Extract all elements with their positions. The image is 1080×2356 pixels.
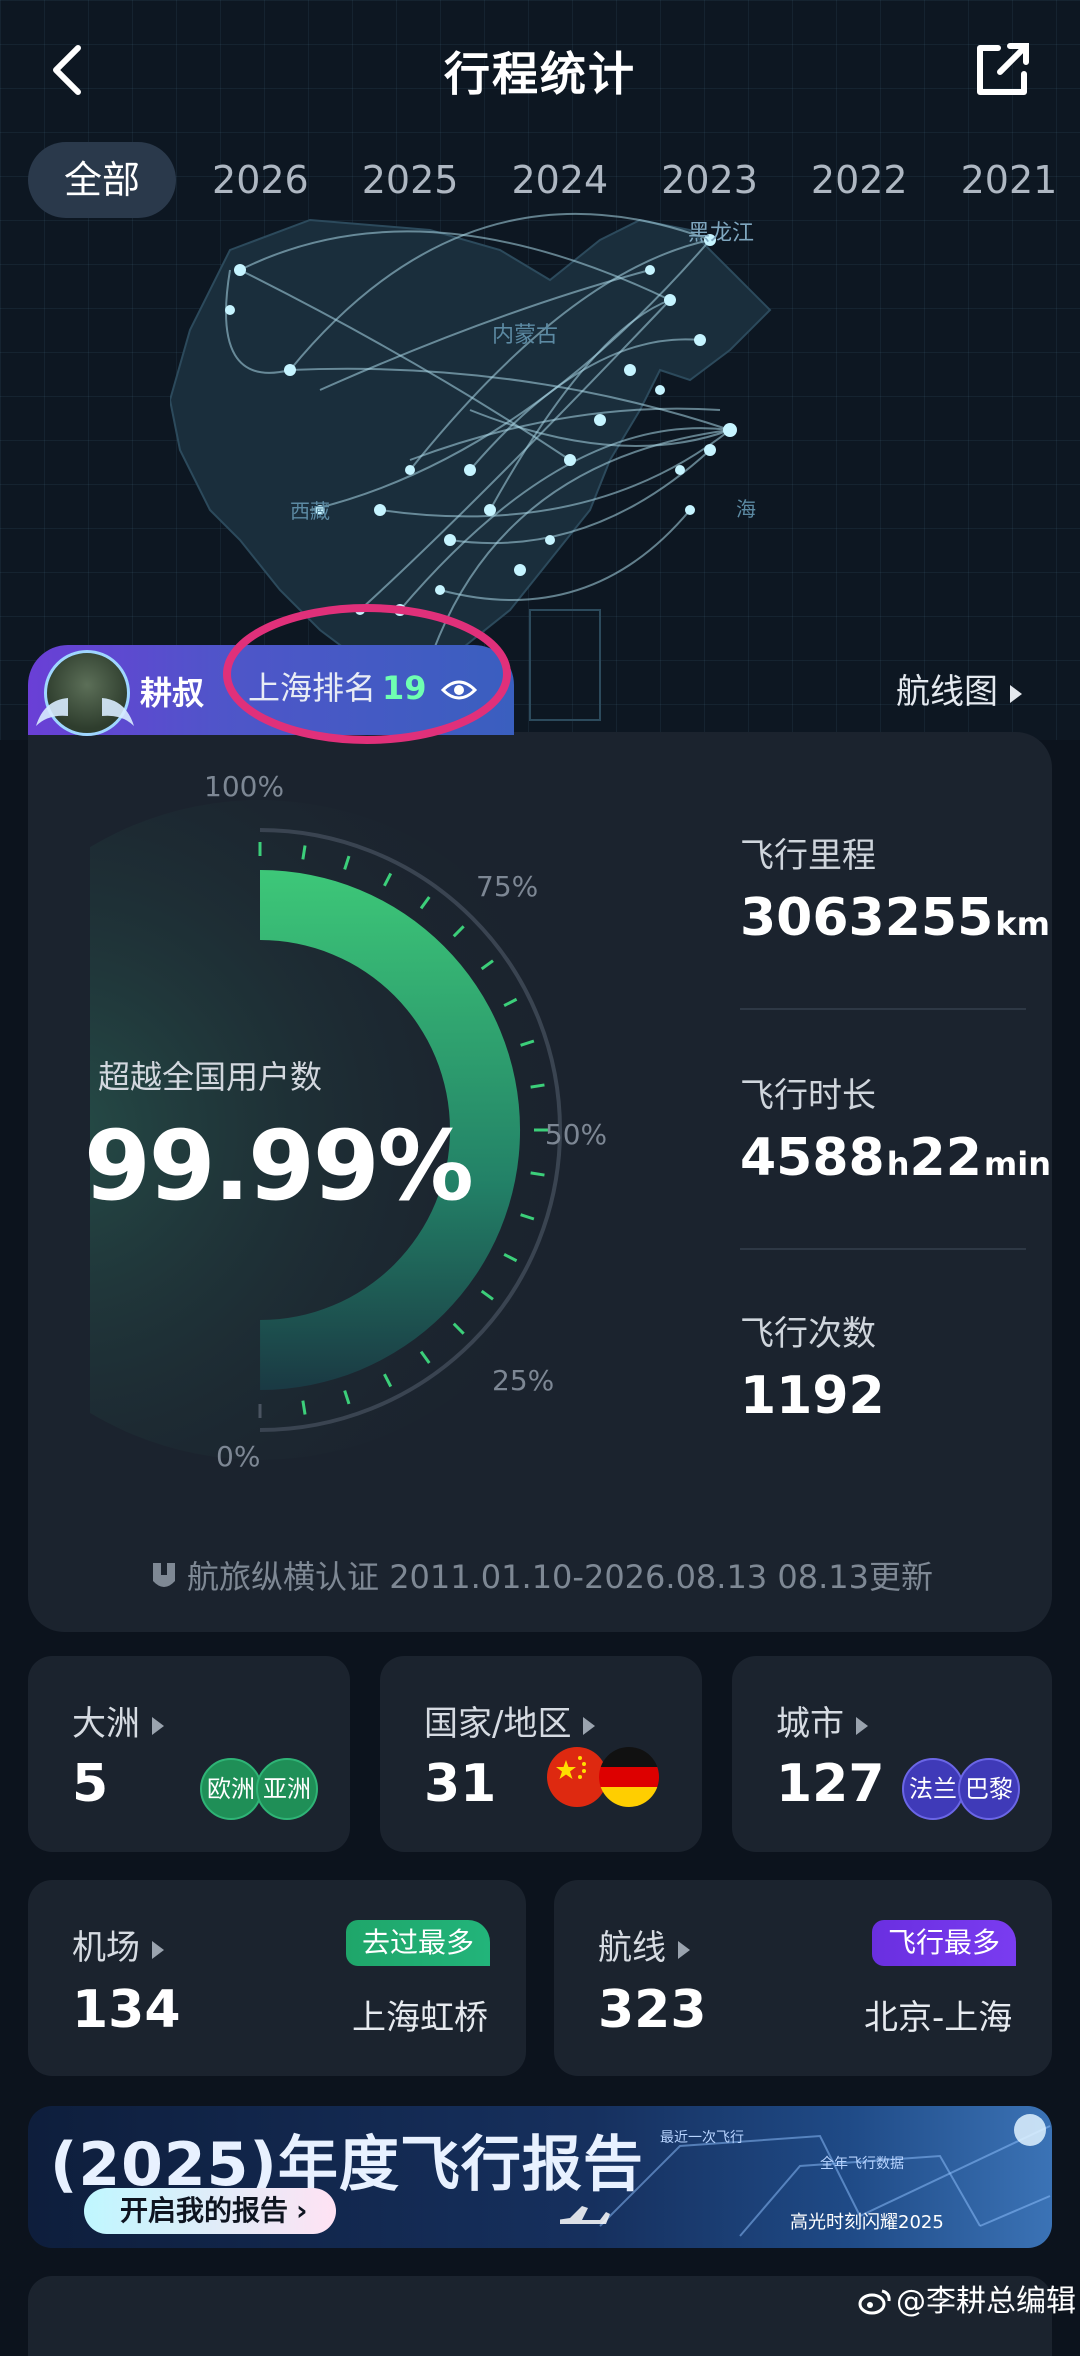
banner-deco-text-3: 高光时刻闪耀2025 (790, 2212, 944, 2233)
play-arrow-icon (583, 1716, 596, 1735)
tab-all[interactable]: 全部 (28, 142, 177, 218)
map-label-neimenggu: 内蒙古 (492, 323, 558, 348)
routes-top: 北京-上海 (864, 1998, 1013, 2038)
wing-right-icon (102, 698, 134, 726)
cities-label-row: 城市 (776, 1696, 868, 1745)
metric-divider (740, 1248, 1026, 1250)
duration-hours: 4588 (740, 1128, 885, 1188)
south-sea-inset (529, 609, 601, 721)
tab-2026[interactable]: 2026 (212, 142, 309, 218)
certification-line: 航旅纵横认证 2011.01.10-2026.08.13 08.13更新 (0, 1552, 1080, 1598)
weibo-watermark: @李耕总编辑 (858, 2276, 1076, 2320)
germany-flag-icon (599, 1747, 659, 1807)
routes-label: 航线 (598, 1928, 666, 1968)
airports-value: 134 (72, 1980, 181, 2040)
map-label-xizang: 西藏 (290, 499, 330, 523)
shield-logo-icon (153, 1563, 176, 1587)
countries-label-row: 国家/地区 (424, 1696, 596, 1745)
gauge-tick-25: 25% (492, 1364, 554, 1397)
cities-label: 城市 (776, 1704, 844, 1744)
airports-label-row: 机场 (72, 1920, 164, 1969)
distance-value: 3063255 (740, 888, 994, 948)
duration-label: 飞行时长 (740, 1076, 876, 1116)
airports-tile[interactable] (28, 1880, 526, 2076)
gauge-tick-50: 50% (545, 1118, 607, 1151)
route-map-link[interactable]: 航线图 (896, 664, 1022, 713)
highlight-annotation (223, 604, 511, 744)
tab-2025[interactable]: 2025 (362, 142, 459, 218)
continents-label-row: 大洲 (72, 1696, 164, 1745)
metric-divider (740, 1008, 1026, 1010)
duration-min-unit: min (983, 1145, 1051, 1183)
tab-2023[interactable]: 2023 (661, 142, 758, 218)
open-report-button[interactable]: 开启我的报告 › (84, 2188, 336, 2234)
page-title: 行程统计 (444, 47, 636, 101)
tab-2022[interactable]: 2022 (811, 142, 908, 218)
gauge-tick-75: 75% (476, 870, 538, 903)
duration-h-unit: h (886, 1145, 910, 1183)
banner-deco-text-1: 最近一次飞行 (660, 2130, 744, 2146)
tab-2021[interactable]: 2021 (961, 142, 1058, 218)
tab-2024[interactable]: 2024 (511, 142, 608, 218)
city-chip-paris: 巴黎 (958, 1758, 1020, 1820)
watermark-text: @李耕总编辑 (896, 2284, 1076, 2319)
distance-label: 飞行里程 (740, 836, 876, 876)
count-value: 1192 (740, 1366, 885, 1426)
play-arrow-icon (678, 1940, 690, 1959)
cities-value: 127 (776, 1754, 885, 1814)
play-arrow-icon (152, 1716, 164, 1735)
routes-label-row: 航线 (598, 1920, 690, 1969)
duration-value-row: 4588h22min (740, 1128, 1051, 1188)
user-name: 耕叔 (140, 674, 205, 712)
share-icon[interactable] (970, 38, 1034, 102)
route-map-link-label: 航线图 (896, 672, 998, 712)
continents-label: 大洲 (72, 1704, 140, 1744)
surpass-label: 超越全国用户数 (98, 1058, 323, 1096)
wing-left-icon (36, 698, 68, 726)
countries-label: 国家/地区 (424, 1704, 572, 1744)
banner-deco-text-2: 全年飞行数据 (820, 2155, 904, 2172)
play-arrow-icon (856, 1716, 868, 1735)
play-arrow-icon (1010, 684, 1022, 703)
chevron-right-icon: › (296, 2194, 308, 2227)
count-label: 飞行次数 (740, 1314, 876, 1354)
city-chip-fr: 法兰 (902, 1758, 964, 1820)
distance-value-row: 3063255km (740, 888, 1050, 948)
play-arrow-icon (152, 1940, 164, 1959)
distance-unit: km (995, 905, 1050, 943)
airports-top: 上海虹桥 (352, 1998, 488, 2038)
continents-value: 5 (72, 1754, 109, 1814)
continent-chip-asia: 亚洲 (256, 1758, 318, 1820)
continent-chip-europe: 欧洲 (200, 1758, 262, 1820)
airports-label: 机场 (72, 1928, 140, 1968)
gauge-tick-0: 0% (216, 1440, 260, 1473)
open-report-label: 开启我的报告 (120, 2194, 289, 2227)
duration-minutes: 22 (909, 1128, 982, 1188)
countries-value: 31 (424, 1754, 497, 1814)
weibo-logo-icon (858, 2289, 891, 2315)
most-visited-tag: 去过最多 (346, 1920, 491, 1966)
year-tabs: 全部 2026 2025 2024 2023 2022 2021 (28, 142, 1080, 218)
certification-text: 航旅纵横认证 2011.01.10-2026.08.13 08.13更新 (187, 1558, 933, 1596)
most-flown-tag: 飞行最多 (872, 1920, 1017, 1966)
routes-value: 323 (598, 1980, 707, 2040)
map-label-heilongjiang: 黑龙江 (688, 221, 754, 246)
routes-tile[interactable] (554, 1880, 1052, 2076)
airplane-icon (560, 2206, 610, 2224)
map-label-shanghai: 海 (736, 497, 756, 521)
surpass-value: 99.99% (84, 1110, 474, 1222)
gauge-tick-100: 100% (204, 770, 284, 803)
